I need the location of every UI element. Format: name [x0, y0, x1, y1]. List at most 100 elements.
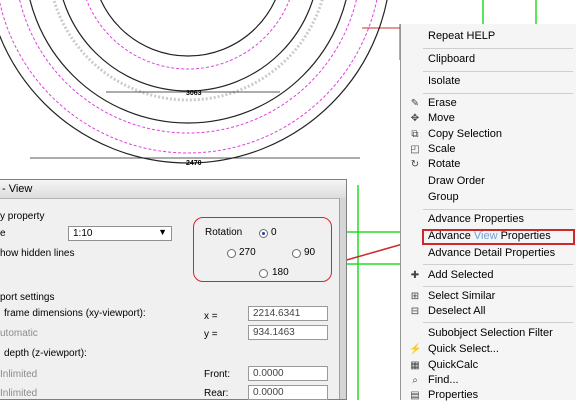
dimension-outer-label: 3063	[186, 90, 202, 97]
menu-separator	[423, 71, 573, 72]
menu-item-label: Group	[428, 191, 459, 203]
menu-separator	[423, 209, 573, 210]
rotation-radio-270[interactable]	[227, 249, 236, 258]
menu-item-label: Advance Detail Properties	[428, 247, 556, 259]
copy-icon: ⧉	[411, 129, 419, 140]
rear-label: Rear:	[204, 388, 229, 399]
unlimited-front-checkbox-label[interactable]: Inlimited	[0, 369, 37, 380]
select-similar-icon: ⊞	[410, 291, 420, 302]
eraser-icon: ✎	[410, 98, 420, 109]
rotation-label: Rotation	[205, 227, 243, 238]
context-menu: Repeat HELP Clipboard Isolate ✎ Erase ✥ Mo…	[400, 24, 576, 401]
menu-item-copy-selection[interactable]: ⧉ Copy Selection	[401, 127, 576, 143]
view-property-heading: y property	[0, 211, 45, 222]
menu-item-label: Repeat HELP	[428, 30, 496, 42]
rotation-radio-180[interactable]	[259, 269, 268, 278]
menu-item-quickcalc[interactable]: ▦ QuickCalc	[401, 358, 576, 374]
viewport-settings-heading: port settings	[0, 292, 55, 303]
menu-item-move[interactable]: ✥ Move	[401, 111, 576, 127]
find-icon: ⌕	[412, 375, 418, 386]
menu-item-label: Quick Select...	[428, 343, 499, 355]
dimension-inner-label: 2470	[186, 160, 202, 167]
menu-item-label: Isolate	[428, 75, 461, 87]
x-label: x =	[204, 311, 218, 322]
menu-item-subobject-selection-filter[interactable]: Subobject Selection Filter	[401, 326, 576, 342]
menu-item-label: Find...	[428, 374, 459, 386]
quick-select-icon: ⚡	[409, 344, 422, 355]
scale-icon: ◰	[410, 144, 420, 155]
menu-item-label: Clipboard	[428, 53, 476, 65]
menu-item-clipboard[interactable]: Clipboard	[401, 52, 576, 68]
unlimited-rear-checkbox-label[interactable]: Inlimited	[0, 388, 37, 399]
menu-item-quick-select[interactable]: ⚡ Quick Select...	[401, 342, 576, 358]
add-selected-icon: ✚	[410, 270, 420, 281]
automatic-checkbox-label[interactable]: utomatic	[0, 328, 38, 339]
menu-item-add-selected[interactable]: ✚ Add Selected	[401, 268, 576, 284]
menu-item-label: Deselect All	[428, 305, 486, 317]
front-field[interactable]: 0.0000	[248, 366, 328, 381]
depth-label: depth (z-viewport):	[4, 348, 87, 359]
scale-value: 1:10	[73, 228, 93, 239]
rotation-270-label: 270	[239, 247, 256, 258]
hidden-lines-checkbox-label[interactable]: how hidden lines	[0, 248, 75, 259]
menu-item-label: Subobject Selection Filter	[428, 327, 553, 339]
menu-item-deselect-all[interactable]: ⊟ Deselect All	[401, 304, 576, 320]
menu-item-group[interactable]: Group	[401, 190, 576, 206]
menu-item-label: Erase	[428, 97, 457, 109]
rotation-180-label: 180	[272, 267, 289, 278]
dialog-title: - View	[2, 183, 33, 195]
dialog-scrollbar[interactable]	[339, 198, 346, 399]
menu-separator	[423, 48, 573, 49]
y-value: 934.1463	[253, 327, 295, 338]
x-value: 2214.6341	[253, 308, 301, 319]
menu-separator	[423, 93, 573, 94]
view-properties-dialog: - View y property e 1:10 ▼ how hidden li…	[0, 179, 347, 400]
menu-item-scale[interactable]: ◰ Scale	[401, 142, 576, 158]
y-field[interactable]: 934.1463	[248, 325, 328, 340]
menu-item-advance-properties[interactable]: Advance Properties	[401, 212, 576, 228]
menu-separator	[423, 264, 573, 265]
rotate-icon: ↻	[410, 159, 420, 170]
menu-item-label: Properties	[428, 389, 479, 401]
menu-separator	[423, 286, 573, 287]
calculator-icon: ▦	[410, 360, 420, 371]
rear-field[interactable]: 0.0000	[248, 385, 328, 400]
menu-item-label: Advance Properties	[428, 213, 524, 225]
chevron-down-icon: ▼	[158, 227, 167, 237]
menu-highlight-box	[422, 229, 575, 245]
menu-item-draw-order[interactable]: Draw Order	[401, 174, 576, 190]
rotation-radio-0[interactable]	[259, 229, 268, 238]
frame-dimensions-label: frame dimensions (xy-viewport):	[4, 308, 146, 319]
rear-value: 0.0000	[253, 387, 284, 398]
menu-item-label: Rotate	[428, 158, 461, 170]
dialog-titlebar[interactable]: - View	[0, 180, 346, 199]
menu-item-label: Scale	[428, 143, 456, 155]
menu-item-properties[interactable]: ▤ Properties	[401, 388, 576, 404]
scale-dropdown[interactable]: 1:10 ▼	[68, 226, 172, 241]
y-label: y =	[204, 329, 218, 340]
menu-item-find[interactable]: ⌕ Find...	[401, 373, 576, 389]
rotation-0-label: 0	[271, 227, 277, 238]
menu-item-label: Select Similar	[428, 290, 496, 302]
x-field[interactable]: 2214.6341	[248, 306, 328, 321]
front-label: Front:	[204, 369, 231, 380]
menu-separator	[423, 322, 573, 323]
menu-item-select-similar[interactable]: ⊞ Select Similar	[401, 289, 576, 305]
properties-icon: ▤	[410, 390, 420, 401]
rotation-radio-90[interactable]	[292, 249, 301, 258]
menu-item-label: Draw Order	[428, 175, 485, 187]
menu-item-label: Copy Selection	[428, 128, 502, 140]
menu-item-repeat-help[interactable]: Repeat HELP	[401, 29, 576, 45]
deselect-icon: ⊟	[410, 306, 420, 317]
menu-item-erase[interactable]: ✎ Erase	[401, 96, 576, 112]
menu-item-label: Move	[428, 112, 455, 124]
menu-item-label: Add Selected	[428, 269, 494, 281]
scale-label: e	[0, 228, 6, 239]
move-icon: ✥	[410, 113, 420, 124]
menu-item-label: QuickCalc	[428, 359, 479, 371]
menu-item-isolate[interactable]: Isolate	[401, 74, 576, 90]
rotation-90-label: 90	[304, 247, 316, 258]
menu-item-advance-detail-properties[interactable]: Advance Detail Properties	[401, 246, 576, 262]
menu-item-rotate[interactable]: ↻ Rotate	[401, 157, 576, 173]
front-value: 0.0000	[253, 368, 284, 379]
